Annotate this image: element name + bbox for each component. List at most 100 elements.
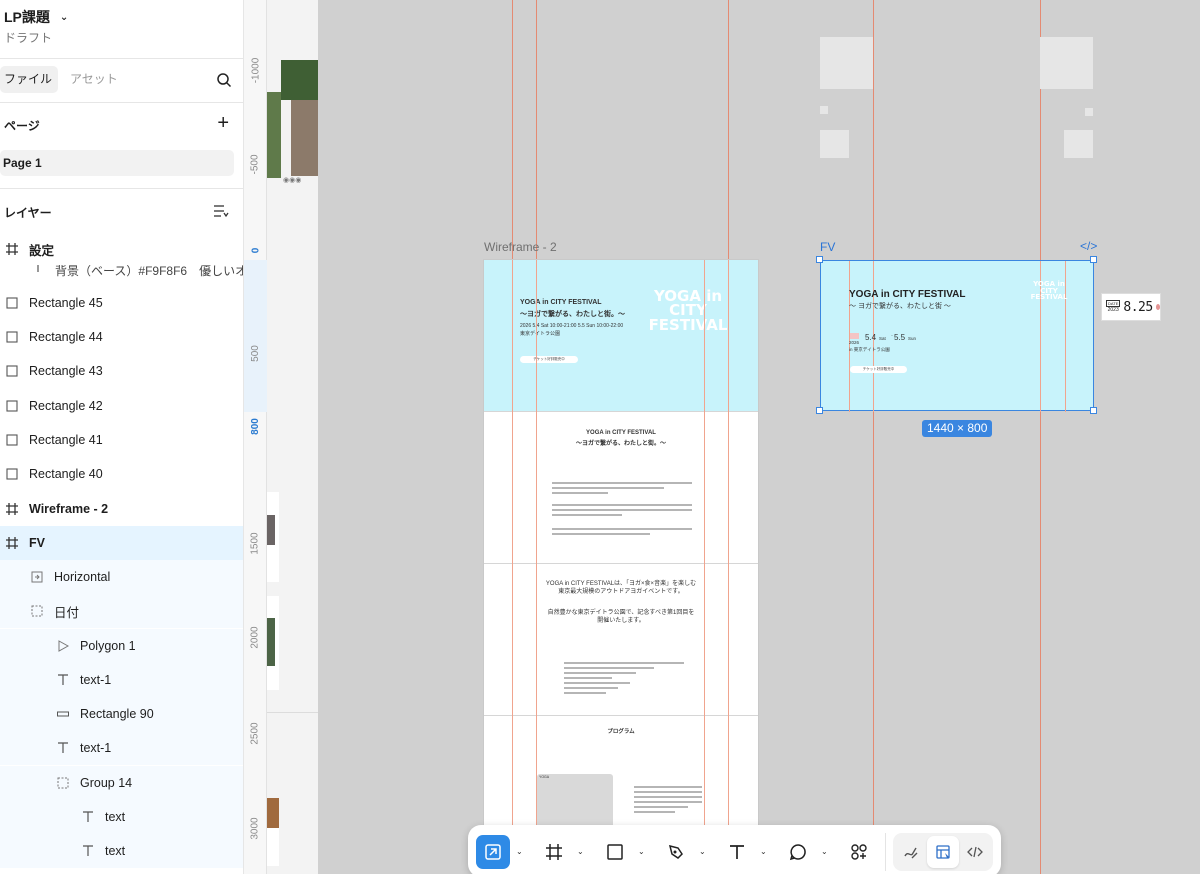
layer-item[interactable]: Rectangle 45 xyxy=(0,286,243,320)
layer-label: text xyxy=(105,844,126,858)
wireframe-section-about: YOGA in CITY FESTIVALは、「ヨガ×食×音楽」を楽しむ 東京最… xyxy=(484,563,758,715)
layer-item[interactable]: Horizontal xyxy=(0,560,243,594)
search-icon[interactable] xyxy=(216,72,232,88)
layer-item[interactable]: 設定 xyxy=(0,232,243,266)
layers-panel: LP課題 ⌄ ドラフト ファイル アセット ページ + Page 1 レイヤー … xyxy=(0,0,244,874)
photo-thumbnail[interactable] xyxy=(267,515,275,545)
canvas-strip: ◉◉◉ xyxy=(267,0,318,874)
divider xyxy=(0,188,243,189)
layer-item[interactable]: text-1 xyxy=(0,731,243,765)
ruler-mark: 500 xyxy=(250,344,261,362)
layer-item[interactable]: Rectangle 90 xyxy=(0,697,243,731)
fv-ticket-button[interactable]: チケット好評販売中 xyxy=(850,366,907,373)
comment-icon xyxy=(789,844,806,861)
design-canvas[interactable]: Wireframe - 2 YOGA in CITY FESTIVAL 〜ヨガで… xyxy=(318,0,1200,874)
chevron-down-icon[interactable]: ⌄ xyxy=(699,847,706,856)
file-title-text: LP課題 xyxy=(4,9,50,25)
photo-thumbnail[interactable] xyxy=(291,100,318,176)
layer-label: text-1 xyxy=(80,673,112,687)
fv-frame[interactable]: YOGA in CITY FESTIVAL 〜 ヨガで繋がる、わたしと街 〜 2… xyxy=(820,260,1094,412)
add-page-icon[interactable]: + xyxy=(217,113,229,133)
move-icon xyxy=(485,844,501,860)
text-tool-button[interactable] xyxy=(720,835,754,869)
dev-mode-button[interactable] xyxy=(959,836,991,868)
layer-item[interactable]: Rectangle 40 xyxy=(0,457,243,491)
page-item-page-1[interactable]: Page 1 xyxy=(0,150,234,176)
photo-thumbnail[interactable] xyxy=(267,618,275,666)
ghost-rectangle[interactable] xyxy=(1064,130,1093,158)
toolbar-divider xyxy=(885,833,886,871)
move-tool-button[interactable] xyxy=(476,835,510,869)
fv-day-2: Sun xyxy=(908,336,917,341)
wireframe-frame[interactable]: YOGA in CITY FESTIVAL 〜ヨガで繋がる、わたしと街。〜 20… xyxy=(484,260,758,874)
actions-tool-button[interactable] xyxy=(842,835,876,869)
chevron-down-icon[interactable]: ⌄ xyxy=(760,847,767,856)
layer-item[interactable]: text-1 xyxy=(0,663,243,697)
layer-item[interactable]: Polygon 1 xyxy=(0,629,243,663)
tab-assets[interactable]: アセット xyxy=(66,66,122,93)
layer-options-icon[interactable] xyxy=(213,203,229,219)
frame-icon xyxy=(546,844,562,860)
layer-item[interactable]: 背景（ベース）#F9F8F6 優しいオ xyxy=(0,265,243,283)
resize-handle[interactable] xyxy=(1090,256,1097,263)
resize-handle[interactable] xyxy=(1090,407,1097,414)
layer-item[interactable]: Rectangle 42 xyxy=(0,389,243,423)
ghost-rectangle[interactable] xyxy=(820,106,828,114)
chevron-down-icon[interactable]: ⌄ xyxy=(638,847,645,856)
date-card-meta: DATE 2023 xyxy=(1106,300,1121,314)
photo-thumbnail[interactable] xyxy=(267,92,281,178)
horizontal-layout-icon xyxy=(29,569,45,585)
wireframe-frame-label[interactable]: Wireframe - 2 xyxy=(484,240,557,254)
code-icon[interactable]: </> xyxy=(1080,239,1097,253)
fv-frame-label[interactable]: FV xyxy=(820,240,835,254)
layer-item[interactable]: Rectangle 43 xyxy=(0,354,243,388)
chevron-down-icon[interactable]: ⌄ xyxy=(60,12,68,23)
rectangle-tool-button[interactable] xyxy=(598,835,632,869)
layer-label: Rectangle 42 xyxy=(29,399,103,413)
date-card[interactable]: DATE 2023 8.25 xyxy=(1101,293,1161,321)
frame-icon xyxy=(4,535,20,551)
layer-item-selected[interactable]: FV xyxy=(0,526,243,560)
program-card-label: YOGA xyxy=(539,775,550,779)
resize-handle[interactable] xyxy=(816,256,823,263)
layer-item[interactable]: text xyxy=(0,834,243,868)
file-title[interactable]: LP課題 ⌄ xyxy=(4,7,68,27)
ghost-rectangle[interactable] xyxy=(1085,108,1093,116)
ruler-mark: 1500 xyxy=(250,531,261,555)
layer-label: Rectangle 40 xyxy=(29,467,103,481)
about-line: 開催いたします。 xyxy=(597,618,645,624)
hero-ticket-button[interactable]: チケット好評販売中 xyxy=(520,356,578,363)
photo-thumbnail[interactable] xyxy=(281,60,318,100)
file-status: ドラフト xyxy=(4,31,53,45)
layout-guide xyxy=(728,260,729,874)
photo-thumbnail[interactable] xyxy=(267,798,279,828)
ghost-rectangle[interactable] xyxy=(820,130,849,158)
layer-item[interactable]: 日付 xyxy=(0,594,243,628)
design-mode-button[interactable] xyxy=(927,836,959,868)
fv-subtitle: 〜 ヨガで繋がる、わたしと街 〜 xyxy=(849,303,951,310)
layer-item[interactable]: text xyxy=(0,800,243,834)
tools-toolbar: ⌄ ⌄ ⌄ ⌄ ⌄ ⌄ xyxy=(468,825,1001,874)
frame-tool-button[interactable] xyxy=(537,835,571,869)
layer-item[interactable]: Group 14 xyxy=(0,766,243,800)
comment-tool-button[interactable] xyxy=(781,835,815,869)
layer-item[interactable]: Rectangle 44 xyxy=(0,320,243,354)
group-icon xyxy=(29,603,45,619)
layer-item[interactable]: Rectangle 41 xyxy=(0,423,243,457)
ghost-rectangle[interactable] xyxy=(1040,37,1093,89)
pen-tool-button[interactable] xyxy=(659,835,693,869)
chevron-down-icon[interactable]: ⌄ xyxy=(516,847,523,856)
tab-file[interactable]: ファイル xyxy=(0,66,58,93)
fv-date-1: 5.4 xyxy=(865,333,877,342)
actions-icon xyxy=(851,844,867,860)
text-icon xyxy=(80,809,96,825)
ghost-rectangle[interactable] xyxy=(820,37,873,89)
ruler-mark: 2000 xyxy=(250,625,261,649)
layer-item[interactable]: Wireframe - 2 xyxy=(0,492,243,526)
rectangle-icon xyxy=(4,432,20,448)
chevron-down-icon[interactable]: ⌄ xyxy=(577,847,584,856)
draw-mode-button[interactable] xyxy=(895,836,927,868)
layout-guide xyxy=(1040,0,1041,874)
chevron-down-icon[interactable]: ⌄ xyxy=(821,847,828,856)
resize-handle[interactable] xyxy=(816,407,823,414)
